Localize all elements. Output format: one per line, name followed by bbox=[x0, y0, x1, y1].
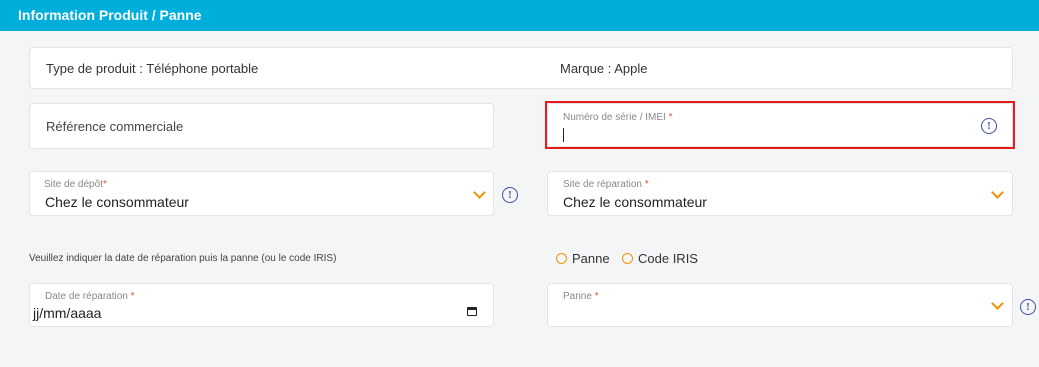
radio-circle[interactable] bbox=[556, 253, 567, 264]
deposit-site-select[interactable]: Site de dépôt* Chez le consommateur bbox=[29, 171, 494, 216]
failure-select[interactable]: Panne * bbox=[547, 283, 1013, 327]
section-title: Information Produit / Panne bbox=[18, 7, 202, 23]
failure-label: Panne * bbox=[563, 291, 599, 302]
radio-panne-label: Panne bbox=[572, 251, 610, 266]
deposit-site-label: Site de dépôt* bbox=[44, 179, 107, 190]
brand-text: Marque : Apple bbox=[560, 61, 648, 76]
radio-panne[interactable]: Panne bbox=[556, 251, 610, 266]
repair-date-field[interactable]: Date de réparation * jj/mm/aaaa bbox=[29, 283, 494, 327]
highlight-box bbox=[545, 101, 1015, 149]
reference-placeholder: Référence commerciale bbox=[46, 119, 184, 134]
reference-field[interactable]: Référence commerciale bbox=[29, 103, 494, 149]
failure-info-icon[interactable]: ! bbox=[1020, 299, 1036, 315]
instruction-text: Veuillez indiquer la date de réparation … bbox=[29, 253, 337, 264]
radio-code-iris-label: Code IRIS bbox=[638, 251, 698, 266]
chevron-down-icon[interactable] bbox=[473, 186, 486, 199]
repair-date-value: jj/mm/aaaa bbox=[33, 305, 102, 321]
radio-circle[interactable] bbox=[622, 253, 633, 264]
deposit-site-info-icon[interactable]: ! bbox=[502, 187, 518, 203]
calendar-icon[interactable] bbox=[467, 307, 477, 316]
repair-site-label: Site de réparation * bbox=[563, 179, 649, 190]
repair-site-select[interactable]: Site de réparation * Chez le consommateu… bbox=[547, 171, 1013, 216]
deposit-site-value: Chez le consommateur bbox=[45, 194, 189, 210]
radio-code-iris[interactable]: Code IRIS bbox=[622, 251, 698, 266]
repair-site-value: Chez le consommateur bbox=[563, 194, 707, 210]
product-type-text: Type de produit : Téléphone portable bbox=[46, 61, 259, 76]
chevron-down-icon[interactable] bbox=[991, 186, 1004, 199]
chevron-down-icon[interactable] bbox=[991, 297, 1004, 310]
section-header: Information Produit / Panne bbox=[0, 0, 1039, 31]
repair-date-label: Date de réparation * bbox=[45, 291, 135, 302]
product-info-bar: Type de produit : Téléphone portable Mar… bbox=[29, 47, 1013, 89]
